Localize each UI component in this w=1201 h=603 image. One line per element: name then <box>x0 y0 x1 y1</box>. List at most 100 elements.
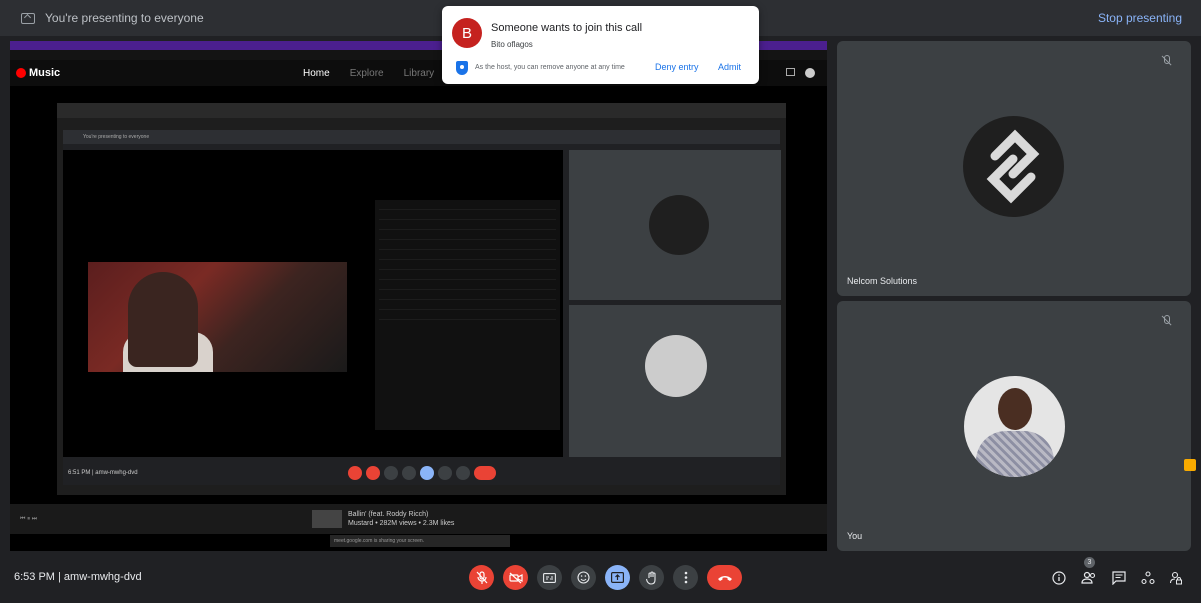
list-item <box>379 250 556 260</box>
youtube-music-header-actions <box>786 68 815 78</box>
up-next-list <box>375 200 560 430</box>
list-item <box>379 240 556 250</box>
camera-off-icon <box>508 572 523 583</box>
more-vert-icon <box>684 571 687 584</box>
list-item <box>379 290 556 300</box>
present-screen-icon <box>611 572 624 583</box>
avatar-shirt <box>976 431 1054 477</box>
meeting-control-bar: 6:53 PM | amw-mwhg-dvd 3 <box>0 553 1201 603</box>
youtube-music-logo: Music <box>16 67 60 79</box>
shield-icon <box>456 61 468 75</box>
nested-presenting-banner: You're presenting to everyone <box>63 130 780 144</box>
stop-presenting-button[interactable]: Stop presenting <box>1098 11 1182 25</box>
participant-tile-you[interactable]: You <box>837 301 1191 551</box>
nested-toolbar <box>57 103 786 118</box>
self-avatar-small <box>645 335 707 397</box>
youtube-music-nav: Home Explore Library <box>303 68 434 79</box>
nav-library: Library <box>403 67 435 79</box>
activities-icon <box>1141 571 1155 585</box>
list-item <box>379 210 556 220</box>
list-item <box>379 280 556 290</box>
nested-shared-screen <box>63 150 563 457</box>
people-button[interactable]: 3 <box>1081 557 1097 588</box>
presenting-text: You're presenting to everyone <box>45 11 204 25</box>
more-options-button[interactable] <box>673 565 698 590</box>
mic-off-icon <box>476 570 487 584</box>
meeting-details-button[interactable] <box>1052 571 1066 588</box>
cast-icon <box>786 68 795 76</box>
nested-present-icon <box>420 465 434 480</box>
requester-name: Bito oflagos <box>491 40 533 49</box>
join-request-dialog: B Someone wants to join this call Bito o… <box>442 6 759 84</box>
list-item <box>379 300 556 310</box>
activities-button[interactable] <box>1141 571 1155 588</box>
nested-meet-window: You're presenting to everyone 6:51 PM | … <box>57 103 786 495</box>
emoji-reaction-button[interactable] <box>571 565 596 590</box>
music-player-bar: ⏮ ⏸ ⏭ Ballin' (feat. Roddy Ricch) Mustar… <box>10 504 827 534</box>
nested-more-icon <box>456 465 470 480</box>
track-thumbnail <box>312 510 342 528</box>
youtube-music-icon <box>16 68 26 78</box>
list-item <box>379 270 556 280</box>
end-call-button[interactable] <box>707 565 742 590</box>
participant-name: You <box>847 531 863 541</box>
join-request-title: Someone wants to join this call <box>491 22 643 34</box>
list-item <box>379 200 556 210</box>
nested-bottom-bar: 6:51 PM | amw-mwhg-dvd <box>63 460 780 485</box>
reaction-icon[interactable] <box>1184 459 1196 471</box>
nested-tile-nelcom <box>569 150 781 300</box>
account-avatar <box>805 68 815 78</box>
participant-tile-nelcom[interactable]: Nelcom Solutions <box>837 41 1191 296</box>
present-screen-button[interactable] <box>605 565 630 590</box>
track-title: Ballin' (feat. Roddy Ricch) <box>348 511 429 518</box>
captions-button[interactable] <box>537 565 562 590</box>
nested-meet: You're presenting to everyone 6:51 PM | … <box>63 130 781 485</box>
nested-captions-icon <box>384 465 398 480</box>
nested-controls <box>348 465 496 480</box>
avatar-head <box>998 388 1032 430</box>
nelcom-logo-mark <box>986 129 1040 204</box>
sharing-notice-text: meet.google.com is sharing your screen. <box>334 538 425 544</box>
end-call-icon <box>717 575 732 581</box>
deny-entry-button[interactable]: Deny entry <box>655 62 699 72</box>
requester-avatar: B <box>452 18 482 48</box>
nested-tile-you <box>569 305 781 457</box>
list-item <box>379 220 556 230</box>
nested-hand-icon <box>438 465 452 480</box>
raise-hand-button[interactable] <box>639 565 664 590</box>
list-item <box>379 260 556 270</box>
nested-end-call-icon <box>474 465 496 480</box>
nested-meeting-info: 6:51 PM | amw-mwhg-dvd <box>68 469 138 476</box>
meeting-info: 6:53 PM | amw-mwhg-dvd <box>14 571 142 583</box>
music-video-frame <box>88 262 347 372</box>
host-controls-button[interactable] <box>1169 571 1182 588</box>
mic-toggle-button[interactable] <box>469 565 494 590</box>
list-item <box>379 310 556 320</box>
shared-screen: Music Home Explore Library You're presen… <box>10 41 827 551</box>
nelcom-logo-small <box>649 195 709 255</box>
camera-toggle-button[interactable] <box>503 565 528 590</box>
now-playing: Ballin' (feat. Roddy Ricch) Mustard • 28… <box>312 510 454 528</box>
people-icon <box>1081 571 1096 584</box>
chat-icon <box>1112 571 1126 586</box>
list-item <box>379 230 556 240</box>
hand-icon <box>645 570 656 585</box>
nested-emoji-icon <box>402 465 416 480</box>
chat-button[interactable] <box>1112 571 1126 588</box>
nav-explore: Explore <box>349 67 384 79</box>
emoji-icon <box>577 571 590 584</box>
player-controls: ⏮ ⏸ ⏭ <box>20 515 38 522</box>
track-meta: Mustard • 282M views • 2.3M likes <box>348 520 455 527</box>
captions-icon <box>543 572 556 583</box>
nelcom-logo <box>963 116 1064 217</box>
youtube-music-logo-text: Music <box>29 67 61 79</box>
info-icon <box>1052 571 1066 585</box>
nav-home: Home <box>303 67 330 79</box>
screen-sharing-notice: meet.google.com is sharing your screen. <box>330 535 510 547</box>
nested-camera-icon <box>366 465 380 480</box>
present-screen-icon <box>21 12 35 24</box>
admit-button[interactable]: Admit <box>718 62 741 72</box>
participant-count-badge: 3 <box>1084 557 1095 568</box>
mic-off-icon <box>1161 55 1171 67</box>
participant-name: Nelcom Solutions <box>847 276 918 286</box>
